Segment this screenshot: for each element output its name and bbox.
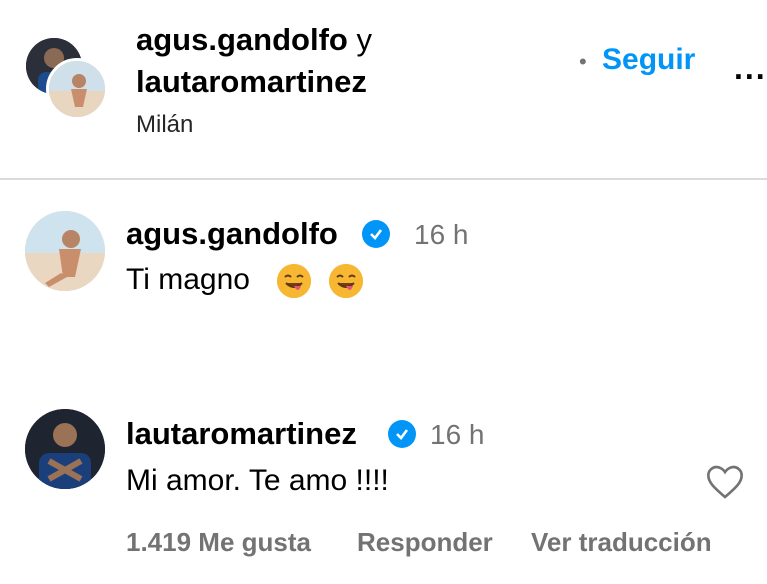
- follow-button[interactable]: Seguir: [602, 40, 695, 80]
- comment-avatar-lautaro[interactable]: [25, 409, 105, 489]
- comment-text: Ti magno: [126, 260, 363, 300]
- comment-text: Mi amor. Te amo !!!!: [126, 464, 389, 497]
- post-authors-line: agus.gandolfo y: [136, 20, 372, 60]
- verified-badge-icon: [388, 420, 416, 448]
- header-divider: [0, 178, 767, 180]
- comment-time[interactable]: 16 h: [430, 415, 485, 455]
- comment-time[interactable]: 16 h: [414, 215, 469, 255]
- more-options-button[interactable]: ...: [734, 48, 767, 88]
- author-avatar-agus[interactable]: [46, 58, 108, 120]
- post-location[interactable]: Milán: [136, 110, 193, 140]
- avatar-photo-icon: [25, 211, 105, 291]
- author-conjunction: y: [356, 22, 372, 57]
- avatar-photo-icon: [25, 409, 105, 489]
- author2-link[interactable]: lautaromartinez: [136, 62, 367, 102]
- face-savoring-food-icon: [328, 264, 363, 299]
- comment-text-content: Ti magno: [126, 263, 250, 296]
- comment-username[interactable]: agus.gandolfo: [126, 214, 338, 254]
- avatar-photo-icon: [49, 61, 105, 117]
- like-heart-icon[interactable]: [705, 462, 745, 502]
- follow-separator: •: [579, 49, 587, 74]
- comment-avatar-agus[interactable]: [25, 211, 105, 291]
- verified-badge-icon: [362, 220, 390, 248]
- see-translation-button[interactable]: Ver traducción: [531, 526, 712, 558]
- comment-username[interactable]: lautaromartinez: [126, 414, 357, 454]
- reply-button[interactable]: Responder: [357, 526, 493, 558]
- face-savoring-food-icon: [276, 264, 311, 299]
- author1-link[interactable]: agus.gandolfo: [136, 22, 348, 57]
- comment-likes-count[interactable]: 1.419 Me gusta: [126, 526, 311, 558]
